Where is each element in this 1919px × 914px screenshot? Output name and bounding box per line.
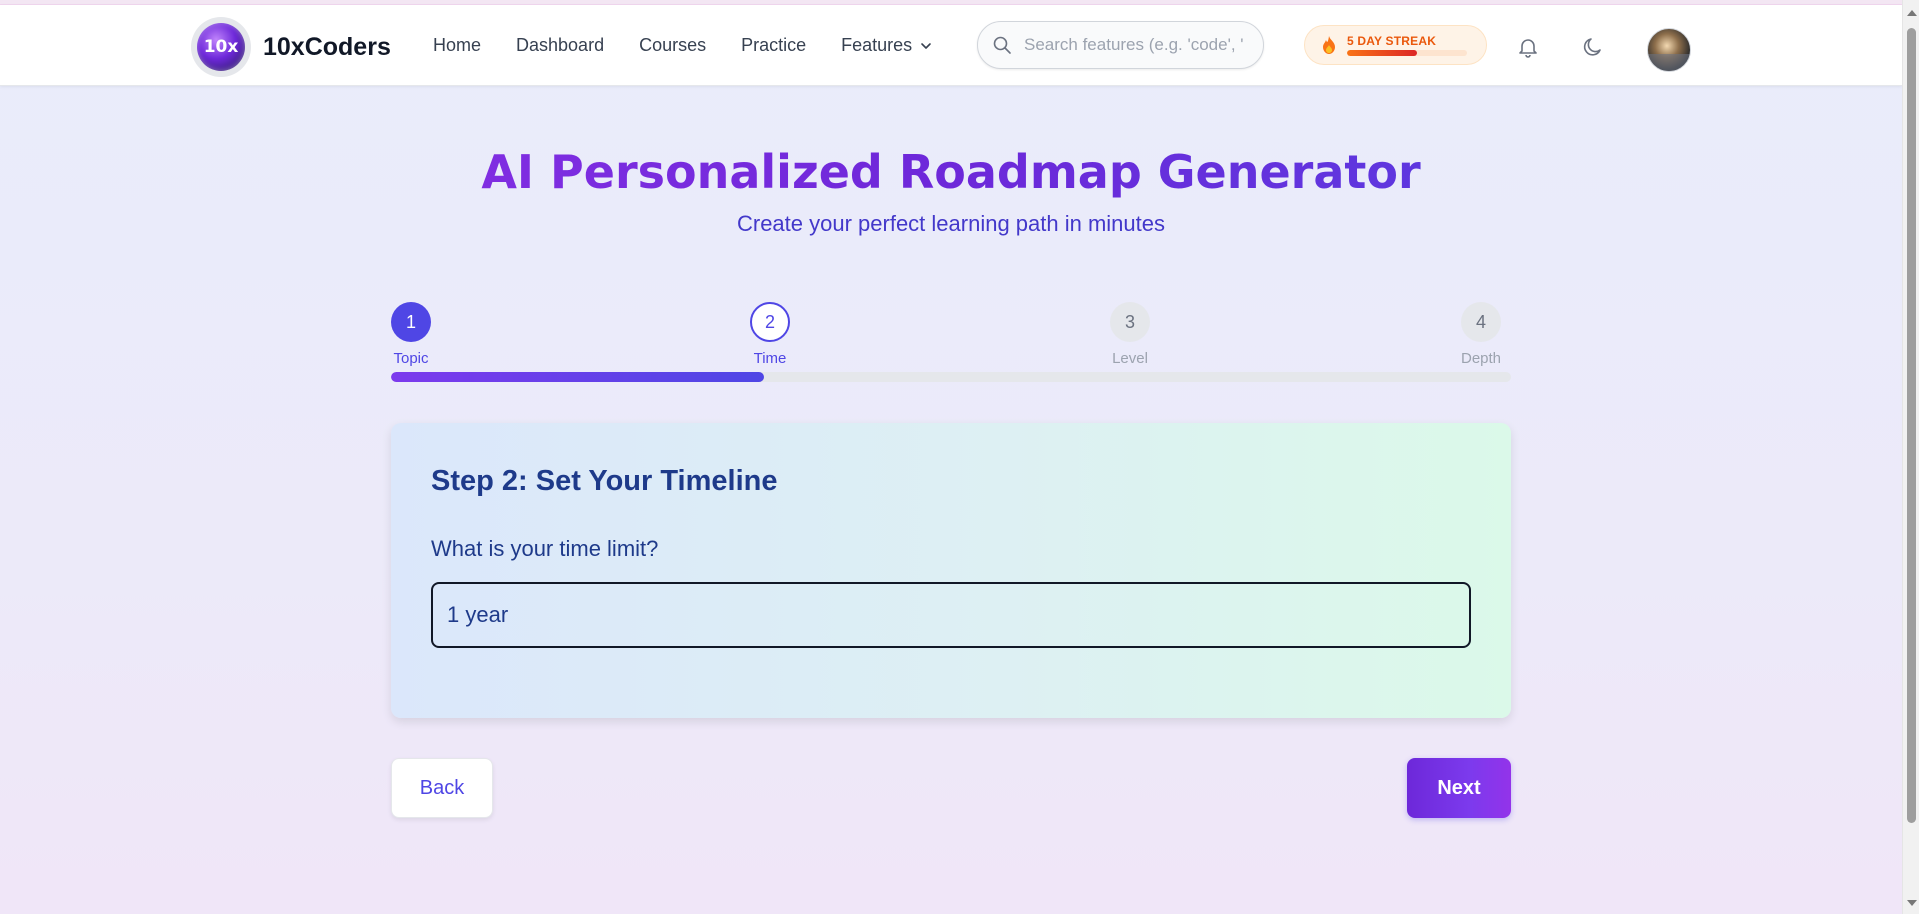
navbar: 10x 10xCoders Home Dashboard Courses Pra…	[0, 5, 1902, 86]
step-label: Depth	[1461, 350, 1502, 367]
flame-icon	[1323, 36, 1335, 54]
moon-icon	[1583, 38, 1601, 56]
search-box[interactable]	[977, 21, 1264, 69]
chevron-down-icon	[921, 42, 931, 49]
logo-icon: 10x	[197, 23, 245, 71]
page-title: AI Personalized Roadmap Generator	[0, 145, 1902, 199]
step-time[interactable]: 2 Time	[750, 302, 790, 367]
logo-badge: 10x	[191, 17, 251, 77]
nav-features-dropdown[interactable]: Features	[841, 35, 932, 56]
main-nav: Home Dashboard Courses Practice Features	[433, 35, 967, 56]
step-topic[interactable]: 1 Topic	[391, 302, 431, 367]
search-icon	[993, 36, 1011, 54]
scroll-up-icon[interactable]	[1907, 10, 1917, 16]
theme-toggle-button[interactable]	[1579, 33, 1607, 61]
next-button[interactable]: Next	[1407, 758, 1511, 818]
nav-dashboard[interactable]: Dashboard	[516, 35, 604, 56]
nav-practice[interactable]: Practice	[741, 35, 806, 56]
time-limit-input[interactable]	[431, 582, 1471, 648]
page-subtitle: Create your perfect learning path in min…	[736, 211, 1165, 236]
nav-courses[interactable]: Courses	[639, 35, 706, 56]
streak-label: 5 DAY STREAK	[1347, 34, 1437, 48]
step-number: 4	[1461, 302, 1502, 342]
search-input[interactable]	[1024, 35, 1249, 55]
card-title: Step 2: Set Your Timeline	[431, 465, 778, 497]
scroll-thumb[interactable]	[1907, 28, 1916, 823]
back-button[interactable]: Back	[391, 758, 493, 818]
step-depth: 4 Depth	[1461, 302, 1501, 367]
streak-badge[interactable]: 5 DAY STREAK	[1304, 25, 1487, 65]
step-progress-track	[391, 372, 1511, 382]
step-label: Level	[1112, 350, 1148, 367]
scrollbar[interactable]	[1902, 0, 1919, 914]
avatar[interactable]	[1647, 28, 1691, 72]
step-label: Topic	[393, 350, 429, 367]
nav-features-label: Features	[841, 35, 913, 55]
notifications-button[interactable]	[1514, 33, 1542, 61]
step-label: Time	[753, 350, 787, 367]
brand-name: 10xCoders	[263, 32, 391, 61]
step-level: 3 Level	[1110, 302, 1150, 367]
step-number: 1	[391, 302, 431, 342]
step-progress-fill	[391, 372, 764, 382]
streak-progress-fill	[1347, 50, 1417, 56]
time-limit-label: What is your time limit?	[431, 536, 659, 561]
bell-icon	[1519, 39, 1537, 58]
streak-progress-bar	[1347, 50, 1467, 56]
brand-logo-link[interactable]: 10x 10xCoders	[191, 17, 391, 77]
step-number: 2	[750, 302, 790, 342]
streak-content: 5 DAY STREAK	[1347, 34, 1467, 56]
timeline-card: Step 2: Set Your Timeline What is your t…	[391, 423, 1511, 718]
step-number: 3	[1110, 302, 1150, 342]
stepper: 1 Topic 2 Time 3 Level 4 Depth	[391, 302, 1511, 382]
nav-home[interactable]: Home	[433, 35, 481, 56]
scroll-down-icon[interactable]	[1907, 900, 1917, 906]
